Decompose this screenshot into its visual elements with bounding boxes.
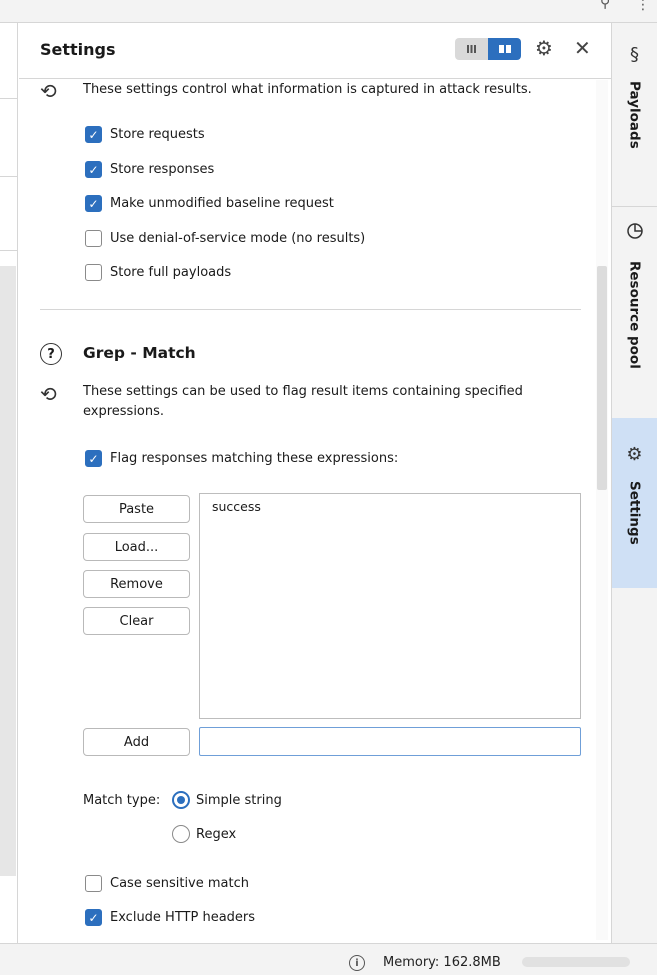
gear-icon: ⚙ (626, 444, 643, 465)
help-icon[interactable]: ? (40, 343, 62, 365)
store-full-payloads-checkbox[interactable]: Store full payloads (85, 264, 231, 281)
add-expression-input[interactable] (199, 727, 581, 756)
checkbox-label: Make unmodified baseline request (110, 196, 334, 211)
radio-button[interactable] (172, 791, 190, 809)
layout-toggle[interactable] (455, 38, 521, 60)
dollar-icon: § (630, 44, 639, 65)
memory-usage: Memory: 162.8MB (383, 955, 501, 970)
checkbox-box[interactable]: ✓ (85, 909, 102, 926)
panel-title: Settings (40, 40, 116, 59)
left-pane-scroll (0, 266, 16, 876)
checkbox-box[interactable] (85, 230, 102, 247)
expressions-list[interactable] (199, 493, 581, 719)
checkbox-label: Flag responses matching these expression… (110, 451, 399, 466)
top-bar (0, 0, 657, 22)
tab-settings[interactable]: ⚙ Settings (612, 418, 657, 588)
section-divider (40, 309, 581, 310)
add-button[interactable]: Add (83, 728, 190, 756)
tab-payloads[interactable]: § Payloads (612, 40, 657, 200)
section-title: Grep - Match (83, 344, 196, 362)
tab-resource-pool[interactable]: Resource pool (612, 222, 657, 402)
match-type-label: Match type: (83, 793, 161, 808)
more-vertical-icon[interactable]: ⋮ (636, 0, 650, 12)
flag-responses-checkbox[interactable]: ✓ Flag responses matching these expressi… (85, 450, 398, 467)
checkbox-box[interactable] (85, 264, 102, 281)
list-item[interactable]: success (212, 499, 261, 514)
checkbox-label: Store requests (110, 127, 205, 142)
radio-button[interactable] (172, 825, 190, 843)
store-responses-checkbox[interactable]: ✓ Store responses (85, 161, 214, 178)
paste-button[interactable]: Paste (83, 495, 190, 523)
baseline-request-checkbox[interactable]: ✓ Make unmodified baseline request (85, 195, 334, 212)
search-icon[interactable]: ⚲ (600, 0, 610, 10)
tab-divider (612, 206, 657, 207)
tab-label: Resource pool (626, 261, 643, 369)
checkbox-box[interactable] (85, 875, 102, 892)
remove-button[interactable]: Remove (83, 570, 190, 598)
store-requests-checkbox[interactable]: ✓ Store requests (85, 126, 205, 143)
reset-icon[interactable]: ⟲ (40, 382, 57, 406)
load-button[interactable]: Load... (83, 533, 190, 561)
list-view-icon[interactable] (455, 38, 488, 60)
checkbox-label: Exclude HTTP headers (110, 910, 256, 925)
radio-label: Regex (196, 826, 237, 842)
checkbox-label: Store full payloads (110, 265, 232, 280)
tab-label: Payloads (626, 81, 643, 149)
case-sensitive-checkbox[interactable]: Case sensitive match (85, 875, 249, 892)
exclude-headers-checkbox[interactable]: ✓ Exclude HTTP headers (85, 909, 255, 926)
gear-icon[interactable]: ⚙ (535, 36, 553, 60)
regex-radio[interactable]: Regex (172, 825, 236, 843)
left-pane-divider (0, 98, 18, 99)
tab-label: Settings (626, 481, 643, 545)
grep-description-line2: expressions. (83, 404, 165, 419)
panel-scrollbar[interactable] (596, 80, 608, 940)
checkbox-box[interactable]: ✓ (85, 195, 102, 212)
checkbox-box[interactable]: ✓ (85, 126, 102, 143)
split-view-icon[interactable] (488, 38, 521, 60)
dos-mode-checkbox[interactable]: Use denial-of-service mode (no results) (85, 230, 365, 247)
checkbox-label: Store responses (110, 162, 215, 177)
checkbox-box[interactable]: ✓ (85, 161, 102, 178)
reset-icon[interactable]: ⟲ (40, 79, 57, 103)
grep-description-line1: These settings can be used to flag resul… (83, 384, 523, 399)
memory-bar (522, 957, 630, 967)
pie-chart-icon (626, 222, 644, 245)
checkbox-label: Case sensitive match (110, 876, 249, 891)
checkbox-label: Use denial-of-service mode (no results) (110, 231, 366, 246)
checkbox-box[interactable]: ✓ (85, 450, 102, 467)
results-description: These settings control what information … (83, 82, 532, 97)
simple-string-radio[interactable]: Simple string (172, 791, 282, 809)
panel-scrollbar-thumb[interactable] (597, 266, 607, 490)
left-pane-divider (0, 176, 18, 177)
close-icon[interactable]: ✕ (574, 36, 591, 60)
info-icon[interactable]: i (349, 955, 365, 971)
clear-button[interactable]: Clear (83, 607, 190, 635)
radio-label: Simple string (196, 792, 282, 808)
left-pane-divider (0, 250, 18, 251)
